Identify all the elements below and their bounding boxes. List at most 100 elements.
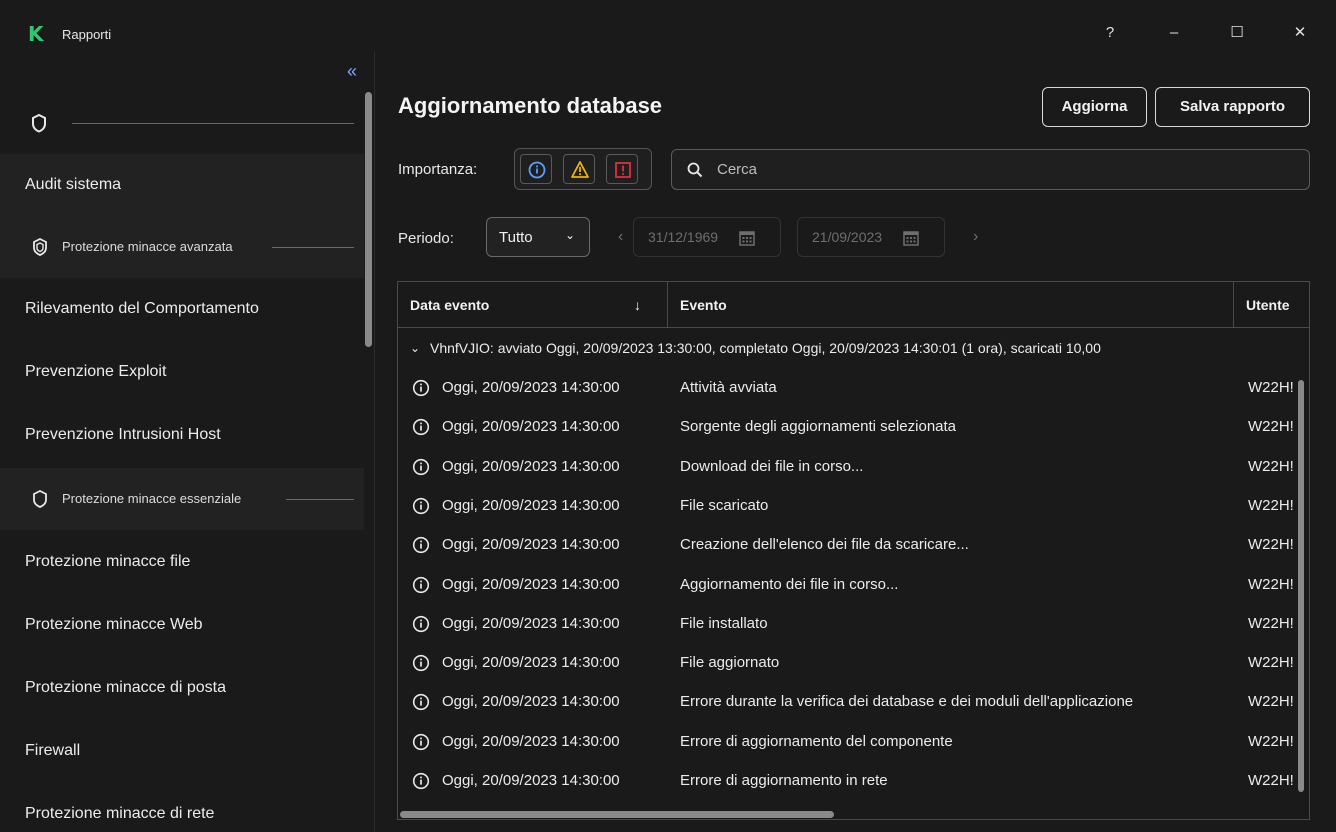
sidebar-item-label: Firewall [25, 742, 81, 759]
row-event: Sorgente degli aggiornamenti selezionata [680, 418, 957, 436]
row-user: W22H! [1248, 496, 1294, 514]
chevron-left-icon[interactable]: ‹ [618, 228, 623, 246]
date-from-field[interactable]: 31/12/1969 [633, 217, 781, 257]
table-row[interactable]: Oggi, 20/09/2023 14:30:00 Download dei fi… [398, 447, 1309, 486]
table-row[interactable]: Oggi, 20/09/2023 14:30:00 File aggiornato… [398, 643, 1309, 682]
column-header-label: Utente [1246, 297, 1290, 313]
row-user: W22H! [1248, 732, 1294, 750]
info-icon [412, 576, 430, 593]
chevron-right-icon[interactable]: › [973, 228, 978, 246]
sidebar-item-protezione-rete[interactable]: Protezione minacce di rete [0, 783, 364, 832]
sidebar-item-label: Rilevamento del Comportamento [25, 300, 259, 317]
sidebar-group-protezione-essenziale: Protezione minacce essenziale [0, 468, 364, 530]
row-date: Oggi, 20/09/2023 14:30:00 [442, 614, 620, 632]
importance-filter [514, 148, 652, 190]
table-row[interactable]: Oggi, 20/09/2023 14:30:00 Errore di aggio… [398, 722, 1309, 761]
row-event: File installato [680, 614, 768, 632]
table-row[interactable]: Oggi, 20/09/2023 14:30:00 File installato… [398, 604, 1309, 643]
row-user: W22H! [1248, 614, 1294, 632]
info-icon [412, 497, 430, 514]
date-to-value: 21/09/2023 [812, 229, 883, 245]
sidebar-item-firewall[interactable]: Firewall [0, 720, 364, 782]
period-select[interactable]: Tutto ⌄ [486, 217, 590, 257]
page-title: Aggiornamento database [398, 93, 663, 118]
sidebar-item-label: Protezione minacce Web [25, 616, 203, 633]
row-event: Aggiornamento dei file in corso... [680, 575, 899, 593]
period-label: Periodo: [398, 230, 454, 247]
sidebar-item-protezione-web[interactable]: Protezione minacce Web [0, 594, 364, 656]
sidebar-item-prevenzione-exploit[interactable]: Prevenzione Exploit [0, 341, 364, 403]
sidebar-item-label: Prevenzione Exploit [25, 363, 167, 380]
sidebar-item-label: Protezione minacce di posta [25, 679, 226, 696]
row-event: Errore di aggiornamento in rete [680, 772, 888, 789]
table-row[interactable]: Oggi, 20/09/2023 14:30:00 File scaricato W… [398, 486, 1309, 525]
sidebar-item-label: Protezione minacce file [25, 553, 191, 570]
sidebar-group-label: Protezione minacce essenziale [62, 491, 242, 506]
row-event: Errore di aggiornamento del componente [680, 732, 953, 750]
column-header-label: Evento [680, 297, 727, 313]
title-bar: K Rapporti ? – ☐ ✕ [0, 0, 1336, 52]
minimize-button[interactable]: – [1159, 22, 1189, 44]
row-user: W22H! [1248, 772, 1294, 789]
chevron-down-icon[interactable]: ⌄ [410, 329, 420, 368]
sort-arrow-icon[interactable]: ↓ [630, 282, 654, 328]
row-event: File aggiornato [680, 654, 780, 672]
refresh-button[interactable]: Aggiorna [1042, 87, 1147, 127]
filter-critical-button[interactable] [606, 154, 638, 184]
kaspersky-logo-icon: K [28, 22, 44, 46]
table-row[interactable]: Oggi, 20/09/2023 14:30:00 Creazione dell'… [398, 525, 1309, 564]
importance-label: Importanza: [398, 161, 478, 178]
column-header-label: Data evento [410, 297, 490, 313]
table-row[interactable]: Oggi, 20/09/2023 14:30:00 Errore durante … [398, 682, 1309, 721]
row-event: Attività avviata [680, 379, 777, 396]
calendar-icon [739, 231, 755, 246]
sidebar-item-prevenzione-intrusioni[interactable]: Prevenzione Intrusioni Host [0, 404, 364, 466]
double-chevron-left-icon[interactable]: « [341, 60, 363, 82]
save-report-button[interactable]: Salva rapporto [1155, 87, 1310, 127]
sidebar-item-rilevamento-comportamento[interactable]: Rilevamento del Comportamento [0, 278, 364, 340]
table-vertical-scrollbar[interactable] [1298, 380, 1304, 792]
search-input[interactable]: Cerca [671, 149, 1310, 190]
sidebar-scrollbar[interactable] [365, 92, 372, 347]
info-icon [528, 161, 546, 179]
date-to-field[interactable]: 21/09/2023 [797, 217, 945, 257]
row-event: File scaricato [680, 496, 769, 514]
sidebar-item-label: Protezione minacce di rete [25, 805, 215, 822]
row-date: Oggi, 20/09/2023 14:30:00 [442, 496, 620, 514]
close-button[interactable]: ✕ [1285, 22, 1315, 44]
filter-warning-button[interactable] [563, 154, 595, 184]
help-button[interactable]: ? [1095, 22, 1125, 44]
column-header-event[interactable]: Evento [668, 282, 1233, 328]
sidebar-item-label: Prevenzione Intrusioni Host [25, 426, 221, 443]
sidebar-item-protezione-posta[interactable]: Protezione minacce di posta [0, 657, 364, 719]
sidebar-group-protezione-avanzata: Protezione minacce avanzata [0, 216, 364, 278]
maximize-button[interactable]: ☐ [1222, 22, 1252, 44]
info-icon [412, 694, 430, 711]
warning-icon [571, 161, 589, 178]
sidebar-item-audit-sistema[interactable]: Audit sistema [0, 154, 364, 216]
shield-icon [32, 113, 46, 133]
row-user: W22H! [1248, 457, 1294, 475]
column-header-date[interactable]: Data evento [398, 282, 668, 328]
row-date: Oggi, 20/09/2023 14:30:00 [442, 379, 620, 396]
shield-icon [33, 490, 47, 508]
sidebar-item-protezione-file[interactable]: Protezione minacce file [0, 531, 364, 593]
row-user: W22H! [1248, 379, 1294, 396]
table-group-row[interactable]: ⌄ VhnfVJIO: avviato Oggi, 20/09/2023 13:… [398, 329, 1309, 368]
table-row[interactable]: Oggi, 20/09/2023 14:30:00 Attività avviat… [398, 368, 1309, 407]
table-header: Data evento ↓ Evento Utente [398, 282, 1309, 328]
events-table: Data evento ↓ Evento Utente ⌄ VhnfVJIO: … [397, 281, 1310, 820]
row-user: W22H! [1248, 575, 1294, 593]
filter-info-button[interactable] [520, 154, 552, 184]
table-row[interactable]: Oggi, 20/09/2023 14:30:00 Aggiornamento d… [398, 565, 1309, 604]
row-user: W22H! [1248, 536, 1294, 554]
critical-icon [615, 162, 631, 178]
row-date: Oggi, 20/09/2023 14:30:00 [442, 693, 620, 711]
section-divider [286, 499, 354, 500]
info-icon [412, 537, 430, 554]
table-row[interactable]: Oggi, 20/09/2023 14:30:00 Errore di aggio… [398, 761, 1309, 800]
table-row[interactable]: Oggi, 20/09/2023 14:30:00 Sorgente degli … [398, 407, 1309, 446]
column-header-user[interactable]: Utente [1234, 282, 1309, 328]
sidebar: « Audit sistema Protezione minacce avanz… [0, 52, 375, 832]
table-horizontal-scrollbar[interactable] [400, 811, 834, 818]
